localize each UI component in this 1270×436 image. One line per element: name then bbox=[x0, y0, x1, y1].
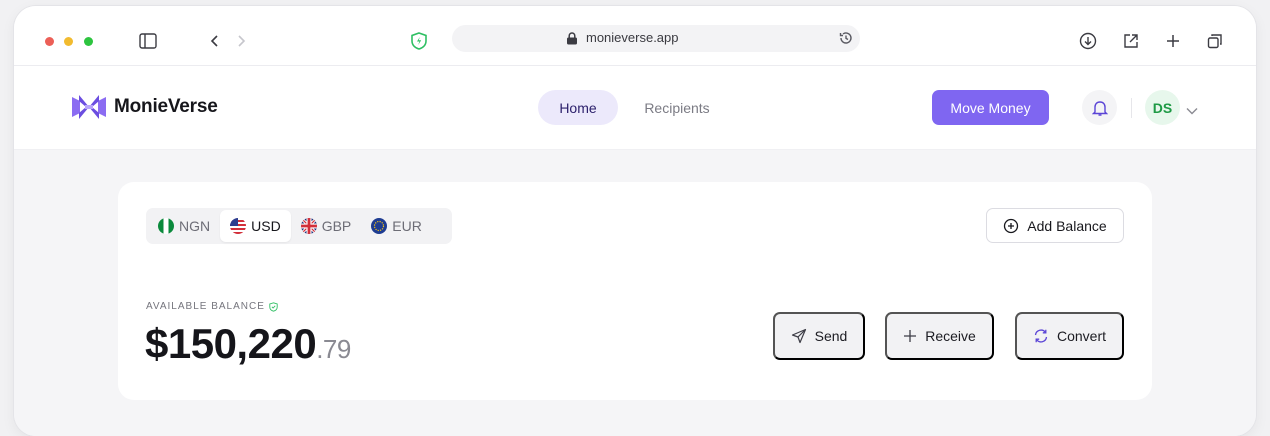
currency-switcher: NGN USD GBP EUR bbox=[146, 208, 452, 244]
back-icon[interactable] bbox=[204, 30, 226, 52]
forward-icon[interactable] bbox=[230, 30, 252, 52]
send-label: Send bbox=[814, 328, 848, 344]
currency-code: GBP bbox=[321, 218, 352, 234]
currency-tab-gbp[interactable]: GBP bbox=[291, 210, 362, 242]
refresh-icon bbox=[1034, 329, 1048, 343]
verified-shield-icon bbox=[269, 301, 278, 312]
nav-recipients[interactable]: Recipients bbox=[632, 90, 722, 125]
dashboard-content: NGN USD GBP EUR Add Balance AVAILABLE BA… bbox=[14, 150, 1256, 436]
currency-tab-usd[interactable]: USD bbox=[220, 210, 291, 242]
balance-card: NGN USD GBP EUR Add Balance AVAILABLE BA… bbox=[118, 182, 1152, 400]
browser-toolbar: monieverse.app bbox=[14, 6, 1256, 66]
move-money-button[interactable]: Move Money bbox=[932, 90, 1049, 125]
address-bar[interactable]: monieverse.app bbox=[452, 25, 860, 52]
nigeria-flag-icon bbox=[158, 218, 174, 234]
maximize-window-button[interactable] bbox=[84, 37, 93, 46]
download-icon[interactable] bbox=[1077, 30, 1099, 52]
chevron-down-icon[interactable] bbox=[1186, 102, 1198, 120]
history-icon[interactable] bbox=[838, 30, 854, 51]
brand-name: MonieVerse bbox=[114, 96, 218, 117]
app-header: MonieVerse Home Recipients Move Money DS bbox=[14, 66, 1256, 150]
receive-label: Receive bbox=[925, 328, 976, 344]
lock-icon bbox=[566, 32, 578, 50]
currency-code: USD bbox=[251, 218, 281, 234]
plus-icon bbox=[904, 330, 917, 342]
browser-window: monieverse.app MonieVerse Home Recipient… bbox=[14, 6, 1256, 436]
eu-flag-icon bbox=[371, 218, 388, 234]
url-text: monieverse.app bbox=[586, 30, 679, 45]
convert-button[interactable]: Convert bbox=[1015, 312, 1124, 360]
minimize-window-button[interactable] bbox=[64, 37, 73, 46]
receive-button[interactable]: Receive bbox=[885, 312, 994, 360]
plus-circle-icon bbox=[1004, 218, 1019, 233]
uk-flag-icon bbox=[300, 218, 317, 234]
share-icon[interactable] bbox=[1120, 30, 1142, 52]
send-icon bbox=[791, 328, 806, 344]
close-window-button[interactable] bbox=[45, 37, 54, 46]
new-tab-icon[interactable] bbox=[1162, 30, 1184, 52]
us-flag-icon bbox=[230, 218, 247, 234]
currency-code: EUR bbox=[392, 218, 422, 234]
user-avatar[interactable]: DS bbox=[1145, 90, 1180, 125]
brand-logo[interactable]: MonieVerse bbox=[70, 93, 218, 121]
available-balance-label: AVAILABLE BALANCE bbox=[146, 301, 278, 312]
currency-code: NGN bbox=[179, 218, 211, 234]
balance-cents: .79 bbox=[316, 334, 351, 364]
header-divider bbox=[1131, 98, 1132, 118]
monieverse-logo-icon bbox=[72, 95, 106, 119]
tab-overview-icon[interactable] bbox=[1204, 30, 1226, 52]
shield-extension-icon[interactable] bbox=[408, 30, 430, 52]
balance-amount: $150,220.79 bbox=[145, 320, 351, 368]
currency-tab-ngn[interactable]: NGN bbox=[148, 210, 220, 242]
balance-label-text: AVAILABLE BALANCE bbox=[146, 301, 265, 312]
add-balance-label: Add Balance bbox=[1027, 217, 1107, 234]
balance-main: $150,220 bbox=[145, 320, 317, 367]
notifications-button[interactable] bbox=[1082, 90, 1117, 125]
convert-label: Convert bbox=[1056, 328, 1107, 344]
sidebar-toggle-icon[interactable] bbox=[137, 30, 159, 52]
bell-icon bbox=[1091, 100, 1108, 116]
currency-tab-eur[interactable]: EUR bbox=[361, 210, 432, 242]
add-balance-button[interactable]: Add Balance bbox=[986, 208, 1124, 243]
send-button[interactable]: Send bbox=[773, 312, 865, 360]
nav-home[interactable]: Home bbox=[538, 90, 618, 125]
